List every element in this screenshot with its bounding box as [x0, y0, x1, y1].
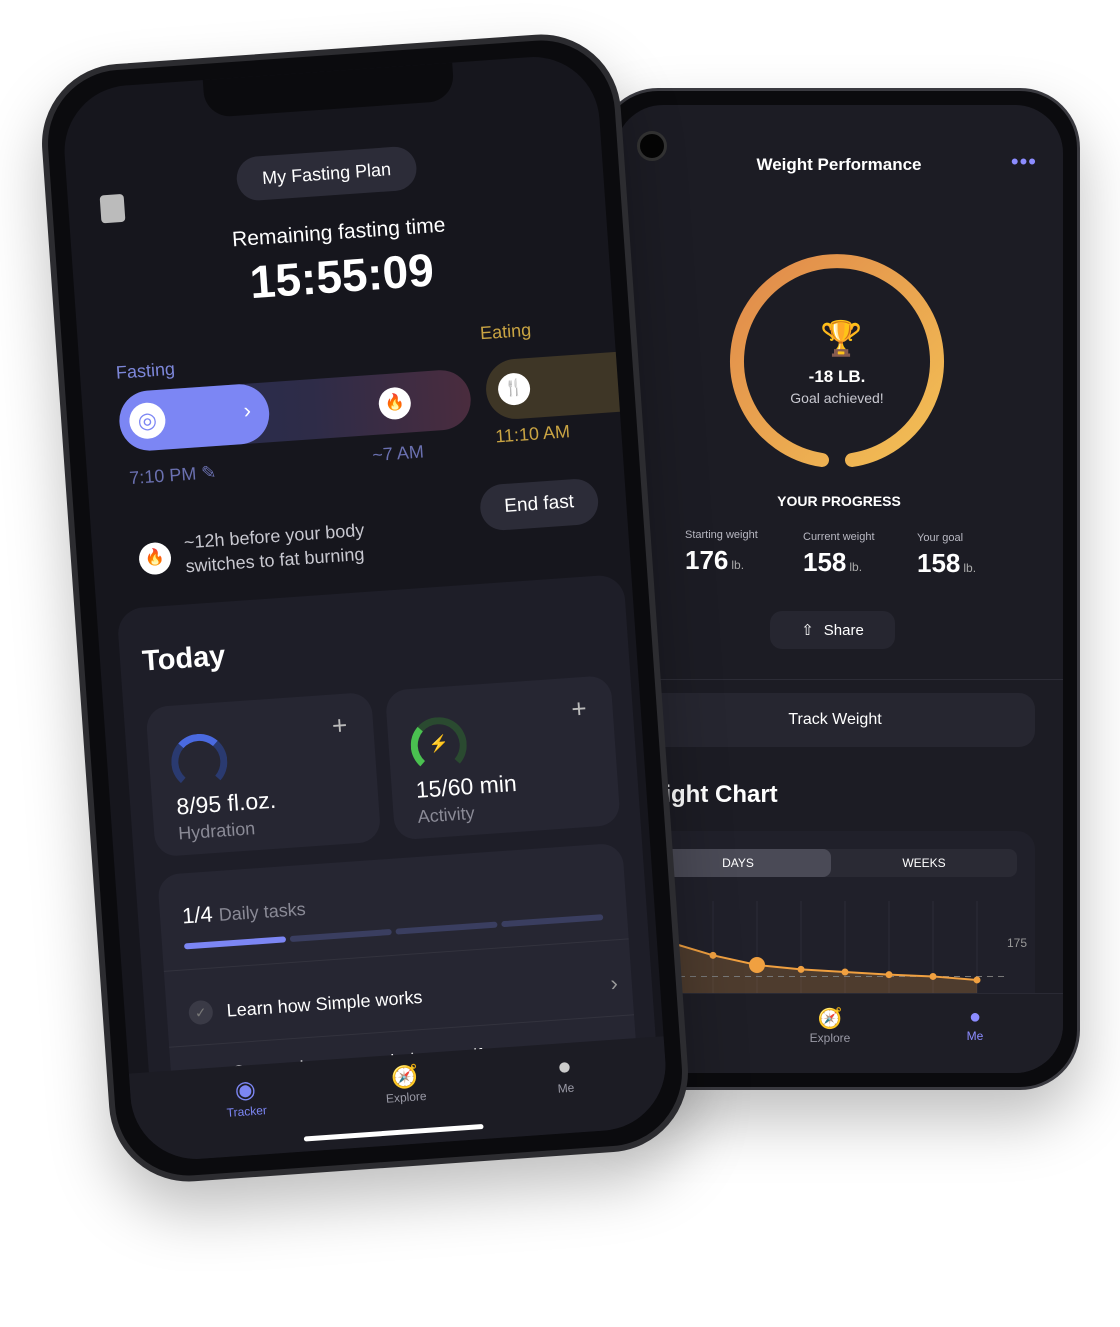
- nav-me[interactable]: ● Me: [945, 1006, 1005, 1043]
- check-circle-icon[interactable]: ✓: [188, 999, 214, 1026]
- stat-label: Starting weight: [685, 529, 758, 541]
- activity-label: Activity: [416, 802, 476, 827]
- page-title: Weight Performance: [756, 155, 922, 174]
- nav-explore[interactable]: 🧭 Explore: [795, 1006, 865, 1045]
- ring-value: -18 LB.: [808, 367, 866, 386]
- stat-value: 158: [803, 547, 847, 577]
- more-dots-icon[interactable]: •••: [1011, 149, 1037, 175]
- tasks-label: Daily tasks: [218, 898, 307, 925]
- burn-time: ~7 AM: [371, 441, 425, 466]
- tasks-count: 1/4: [181, 901, 214, 929]
- flame-icon: 🔥: [137, 541, 173, 576]
- stat-label: Current weight: [803, 531, 875, 543]
- start-time[interactable]: 7:10 PM ✎: [129, 462, 217, 489]
- segment-weeks[interactable]: WEEKS: [831, 849, 1017, 877]
- compass-icon: 🧭: [817, 1008, 843, 1030]
- fasting-screen: My Fasting Plan Remaining fasting time 1…: [60, 52, 670, 1164]
- data-point: [841, 968, 849, 976]
- water-glass-icon: [169, 732, 230, 792]
- nav-me[interactable]: ● Me: [529, 1051, 602, 1098]
- end-fast-button[interactable]: End fast: [478, 477, 600, 532]
- plan-button[interactable]: My Fasting Plan: [235, 145, 418, 202]
- chart-title: eight Chart: [651, 781, 778, 808]
- add-hydration-button[interactable]: +: [331, 710, 348, 742]
- lightning-icon: ⚡: [408, 715, 469, 776]
- stat-value: 176: [685, 545, 729, 575]
- hydration-label: Hydration: [177, 818, 256, 844]
- flame-icon: 🔥: [377, 386, 412, 421]
- share-button[interactable]: ⇧ Share: [770, 611, 895, 649]
- data-point: [973, 976, 981, 984]
- stat-unit: lb.: [731, 558, 745, 572]
- home-indicator[interactable]: [303, 1124, 484, 1142]
- eat-time: 11:10 AM: [494, 421, 571, 447]
- eating-window: 🍴: [484, 349, 648, 421]
- notch: [202, 62, 455, 118]
- activity-card[interactable]: + ⚡ 15/60 min Activity: [384, 675, 621, 841]
- y-tick-label: 175: [1007, 936, 1027, 950]
- fasting-label: Fasting: [115, 358, 176, 383]
- chevron-right-icon: ›: [609, 970, 619, 996]
- stat-current: Current weight 158 lb.: [803, 531, 875, 578]
- nav-tracker[interactable]: ◉ Tracker: [209, 1073, 282, 1121]
- stat-value: 158: [917, 548, 961, 578]
- tasks-header: 1/4 Daily tasks: [181, 895, 306, 930]
- stat-unit: lb.: [963, 561, 977, 575]
- info-text: ~12h before your body switches to fat bur…: [183, 518, 367, 578]
- task-text: Learn how Simple works: [226, 986, 424, 1021]
- nav-label: Explore: [809, 1031, 851, 1045]
- fasting-timeline: ◎ › 🔥: [117, 368, 473, 453]
- book-icon[interactable]: [99, 193, 126, 224]
- stat-unit: lb.: [849, 560, 863, 574]
- data-point: [709, 951, 717, 959]
- fork-knife-icon: 🍴: [497, 371, 532, 407]
- segment-control: DAYS WEEKS: [645, 849, 1017, 877]
- share-label: Share: [823, 621, 864, 639]
- nav-explore[interactable]: 🧭 Explore: [369, 1062, 442, 1107]
- data-point: [885, 971, 893, 979]
- fasting-progress[interactable]: ◎ ›: [117, 382, 272, 453]
- target-icon: ◎: [128, 401, 167, 440]
- trophy-icon: 🏆: [820, 320, 863, 358]
- hydration-value: 8/95 fl.oz.: [175, 786, 277, 820]
- chevron-right-icon: ›: [242, 397, 252, 423]
- fasting-phone: My Fasting Plan Remaining fasting time 1…: [36, 29, 694, 1187]
- ring-caption: Goal achieved!: [790, 390, 884, 406]
- activity-value: 15/60 min: [414, 769, 518, 803]
- progress-title: YOUR PROGRESS: [777, 493, 901, 509]
- share-icon: ⇧: [801, 622, 814, 639]
- stat-label: Your goal: [917, 532, 964, 544]
- eating-label: Eating: [479, 319, 532, 344]
- user-icon: ●: [968, 1006, 982, 1028]
- weight-screen: Weight Performance ••• 🏆 -18 LB. Goal ac…: [615, 105, 1063, 1073]
- stat-goal: Your goal 158 lb.: [917, 532, 976, 579]
- data-point: [749, 957, 765, 973]
- track-weight-button[interactable]: Track Weight: [635, 693, 1035, 747]
- add-activity-button[interactable]: +: [570, 693, 587, 725]
- pencil-icon[interactable]: ✎: [201, 462, 217, 483]
- stat-starting: Starting weight 176 lb.: [685, 529, 758, 576]
- goal-ring: [730, 254, 944, 467]
- hydration-card[interactable]: + 8/95 fl.oz. Hydration: [145, 691, 382, 858]
- data-point: [797, 965, 805, 973]
- divider: [615, 679, 1063, 680]
- start-time-value: 7:10 PM: [128, 463, 197, 489]
- nav-label: Me: [966, 1029, 984, 1043]
- data-point: [929, 972, 937, 980]
- today-title: Today: [141, 639, 227, 678]
